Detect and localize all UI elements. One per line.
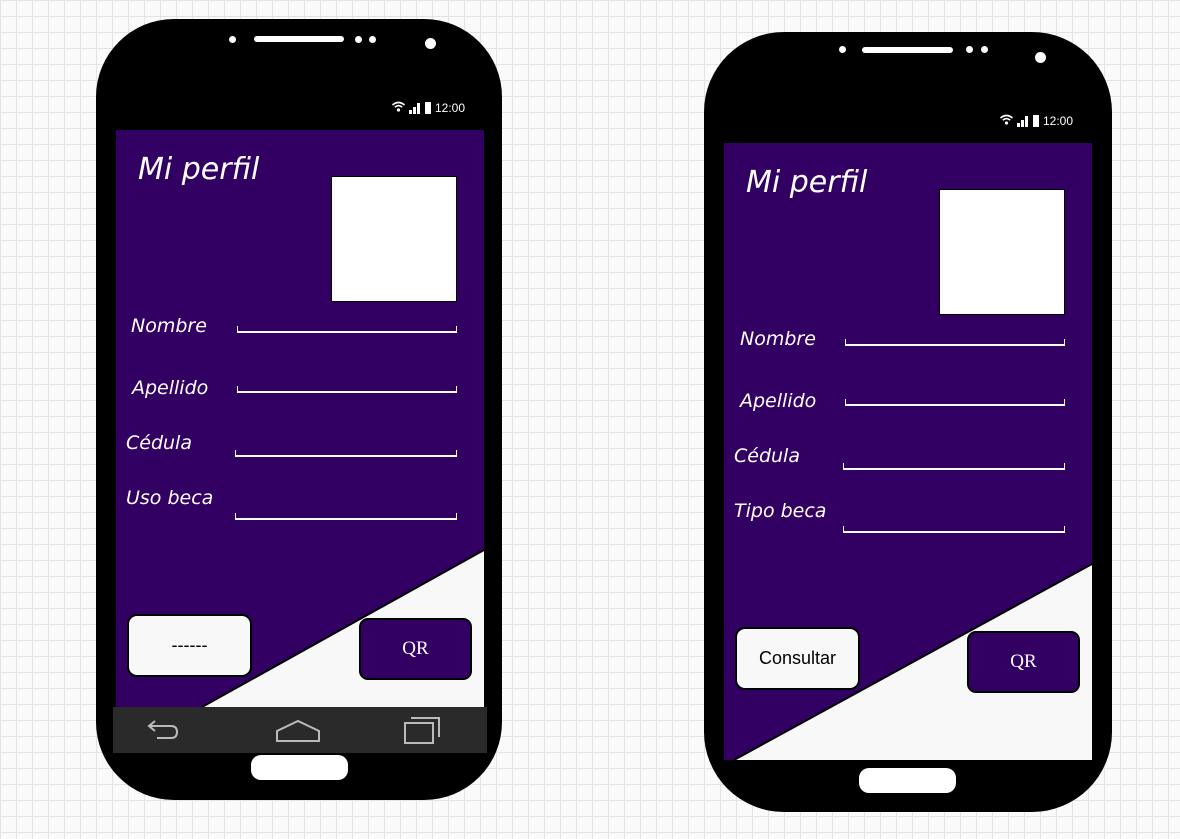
apellido-input[interactable] bbox=[845, 399, 1065, 406]
app-screen: Mi perfil Nombre Apellido Cédula Uso bec… bbox=[116, 130, 484, 707]
qr-button[interactable]: QR bbox=[967, 631, 1080, 693]
battery-icon bbox=[425, 102, 431, 114]
uso-beca-input[interactable] bbox=[235, 513, 457, 520]
signal-icon bbox=[409, 102, 421, 114]
front-sensor-dot bbox=[839, 46, 846, 53]
back-icon[interactable] bbox=[145, 717, 181, 747]
android-nav-bar bbox=[113, 707, 487, 753]
field-label-cedula: Cédula bbox=[126, 432, 192, 454]
sensor-dot bbox=[369, 36, 376, 43]
front-sensor-dot bbox=[229, 36, 236, 43]
physical-home-button[interactable] bbox=[251, 755, 348, 780]
sensor-dot bbox=[966, 46, 973, 53]
profile-photo[interactable] bbox=[939, 189, 1065, 315]
earpiece-speaker bbox=[254, 36, 344, 42]
physical-home-button[interactable] bbox=[859, 768, 956, 793]
sensor-dot bbox=[355, 36, 362, 43]
wifi-icon bbox=[391, 101, 406, 115]
nombre-input[interactable] bbox=[845, 339, 1065, 346]
status-bar: 12:00 bbox=[391, 101, 466, 115]
cedula-input[interactable] bbox=[235, 450, 457, 457]
field-label-nombre: Nombre bbox=[131, 315, 207, 337]
earpiece-speaker bbox=[862, 47, 953, 53]
cedula-input[interactable] bbox=[843, 463, 1065, 470]
signal-icon bbox=[1017, 115, 1029, 127]
page-title: Mi perfil bbox=[746, 165, 868, 200]
sensor-dot bbox=[981, 46, 988, 53]
home-icon[interactable] bbox=[275, 717, 321, 747]
app-screen: Mi perfil Nombre Apellido Cédula Tipo be… bbox=[724, 143, 1092, 760]
profile-photo[interactable] bbox=[331, 176, 457, 302]
nombre-input[interactable] bbox=[237, 326, 457, 333]
status-bar: 12:00 bbox=[999, 114, 1074, 128]
phone-mockup-2: 12:00 Mi perfil Nombre Apellido Cédula T… bbox=[704, 32, 1112, 812]
placeholder-button[interactable]: ------ bbox=[127, 614, 252, 677]
field-label-nombre: Nombre bbox=[740, 328, 816, 350]
phone-mockup-1: 12:00 Mi perfil Nombre Apellido Cédula U… bbox=[96, 19, 502, 800]
page-title: Mi perfil bbox=[138, 152, 260, 187]
field-label-cedula: Cédula bbox=[734, 445, 800, 467]
qr-button[interactable]: QR bbox=[359, 618, 472, 680]
recent-apps-icon[interactable] bbox=[403, 715, 443, 749]
consultar-button[interactable]: Consultar bbox=[735, 627, 860, 690]
wifi-icon bbox=[999, 114, 1014, 128]
field-label-apellido: Apellido bbox=[132, 377, 209, 399]
battery-icon bbox=[1033, 115, 1039, 127]
apellido-input[interactable] bbox=[237, 386, 457, 393]
status-time: 12:00 bbox=[435, 101, 466, 115]
front-camera bbox=[425, 38, 436, 49]
tipo-beca-input[interactable] bbox=[843, 526, 1065, 533]
status-time: 12:00 bbox=[1043, 114, 1074, 128]
field-label-tipo-beca: Tipo beca bbox=[734, 500, 827, 522]
field-label-apellido: Apellido bbox=[740, 390, 817, 412]
field-label-uso-beca: Uso beca bbox=[126, 487, 214, 509]
front-camera bbox=[1035, 52, 1046, 63]
